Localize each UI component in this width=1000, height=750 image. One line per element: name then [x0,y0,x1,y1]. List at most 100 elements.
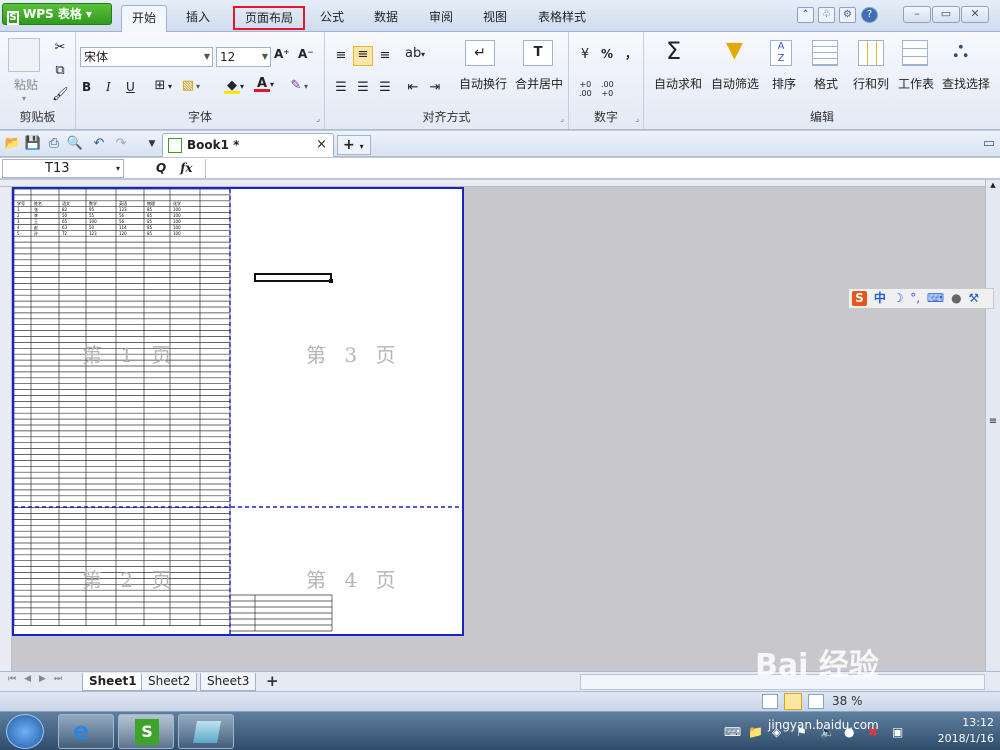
table-cell[interactable]: 1 [17,207,20,212]
table-cell[interactable]: 学号 [17,201,25,206]
filter-icon[interactable]: ▼ [726,38,743,64]
zoom-search-icon[interactable]: Q [156,161,166,175]
comma-button[interactable]: ， [625,45,637,62]
clear-format-icon[interactable]: ✎ ▾ [288,78,308,94]
table-cell[interactable]: 英语 [119,201,127,206]
table-cell[interactable]: 55 [89,213,94,218]
start-button[interactable] [6,714,44,749]
grow-font-button[interactable]: A⁺ [274,47,290,61]
table-cell[interactable]: 100 [173,225,181,230]
find-select-button[interactable]: 查找选择 [942,75,990,92]
tray-keyboard-icon[interactable]: ⌨ [724,725,741,739]
increase-decimal-icon[interactable]: +0.00 [579,80,592,98]
currency-icon[interactable]: ¥ [577,47,593,63]
sheet-tab-2[interactable]: Sheet2 [141,673,198,691]
sigma-icon[interactable]: Σ [666,38,681,64]
tab-data[interactable]: 数据 [364,5,408,32]
sort-icon[interactable]: AZ [770,40,792,66]
table-cell[interactable]: 123 [119,207,127,212]
close-button[interactable]: ✕ [961,6,989,23]
table-cell[interactable]: 100 [173,231,181,236]
table-cell[interactable]: 语文 [62,201,70,206]
format-button[interactable]: 格式 [814,75,838,92]
user-icon[interactable]: ● [951,291,961,305]
table-cell[interactable]: 100 [173,219,181,224]
name-box[interactable]: T13 ▾ [2,159,124,178]
font-size-select[interactable]: 12 ▼ [216,47,271,67]
scroll-grip-icon[interactable]: ≡ [987,416,999,427]
font-name-select[interactable]: 宋体 ▼ [80,47,213,67]
maximize-button[interactable]: ▭ [932,6,960,23]
table-cell[interactable]: 4 [17,225,20,230]
moon-icon[interactable]: ☽ [893,291,904,305]
decrease-decimal-icon[interactable]: .00 +0 [601,80,614,98]
italic-button[interactable]: I [106,80,111,94]
table-cell[interactable]: 123 [89,231,97,236]
cut-icon[interactable]: ✂ [52,40,68,56]
align-center-icon[interactable]: ☰ [355,80,371,96]
autosum-button[interactable]: 自动求和 [654,75,702,92]
keyboard-icon[interactable]: ⌨ [927,291,944,305]
table-cell[interactable]: 100 [173,207,181,212]
table-cell[interactable]: 85 [147,231,152,236]
save-icon[interactable]: 💾 [24,135,42,153]
table-cell[interactable]: 5 [17,231,20,236]
table-cell[interactable]: 114 [119,225,127,230]
formula-input[interactable] [205,159,1000,178]
border-icon[interactable]: ⊞ ▾ [152,78,172,94]
punctuation-icon[interactable]: °, [910,291,920,305]
underline-button[interactable]: U [126,80,135,94]
tab-home[interactable]: 开始 [121,5,168,32]
tab-page-layout[interactable]: 页面布局 [233,6,306,30]
table-cell[interactable]: 85 [147,207,152,212]
print-preview-icon[interactable]: 🔍 [66,135,84,153]
taskbar-wps-button[interactable]: S [118,714,174,749]
table-cell[interactable]: 张 [34,207,38,212]
table-cell[interactable]: 2 [17,213,20,218]
autofilter-button[interactable]: 自动筛选 [711,75,759,92]
orientation-icon[interactable]: ab▾ [405,46,425,62]
wrap-text-button[interactable]: 自动换行 [459,75,507,92]
paste-icon[interactable] [8,38,40,72]
table-cell[interactable]: 95 [89,207,94,212]
wrench-icon[interactable]: ⚒ [968,291,979,305]
undo-icon[interactable]: ↶ [90,135,108,153]
table-cell[interactable]: 63 [62,225,67,230]
table-cell[interactable]: 100 [173,213,181,218]
font-color-button[interactable]: A ▾ [254,76,274,92]
format-painter-icon[interactable]: 🖌 [52,87,69,103]
tray-display-icon[interactable]: ▣ [892,725,903,739]
table-cell[interactable]: 100 [89,219,97,224]
document-tab[interactable]: Book1 * × [162,133,334,157]
vertical-scrollbar[interactable]: ▲ ≡ [985,180,1000,671]
print-icon[interactable]: ⎙ [45,135,63,153]
sheet-tab-1[interactable]: Sheet1 [82,673,144,691]
zoom-level[interactable]: 38 % [832,694,863,708]
binoculars-icon[interactable]: ⛬ [953,38,968,64]
table-cell[interactable]: 姓名 [34,201,42,206]
table-cell[interactable]: 化学 [173,201,181,206]
fill-pattern-icon[interactable]: ▧ ▾ [180,78,200,94]
table-cell[interactable]: 120 [119,231,127,236]
sheet-tab-3[interactable]: Sheet3 [200,673,257,691]
wrap-text-icon[interactable]: ↵ [465,40,495,66]
worksheet-button[interactable]: 工作表 [898,75,934,92]
fill-color-icon[interactable]: ◆ ▾ [224,78,244,94]
skin-icon[interactable]: ♧ [818,7,835,23]
merge-center-icon[interactable]: T [523,40,553,66]
table-cell[interactable]: 50 [62,213,67,218]
tab-review[interactable]: 审阅 [419,5,463,32]
new-tab-button[interactable]: + ▾ [337,135,371,155]
redo-icon[interactable]: ↷ [112,135,130,153]
sogou-icon[interactable]: S [852,291,867,306]
table-cell[interactable]: 72 [62,231,67,236]
tab-table-style[interactable]: 表格样式 [528,5,596,32]
percent-button[interactable]: % [601,47,613,61]
ime-mode-icon[interactable]: 中 [874,291,886,305]
row-col-button[interactable]: 行和列 [853,75,889,92]
page-break-view-icon[interactable] [784,693,802,710]
minimize-button[interactable]: – [903,6,931,23]
close-tab-icon[interactable]: × [316,134,327,156]
copy-icon[interactable]: ⧉ [52,63,68,79]
shrink-font-button[interactable]: A⁻ [298,47,314,61]
